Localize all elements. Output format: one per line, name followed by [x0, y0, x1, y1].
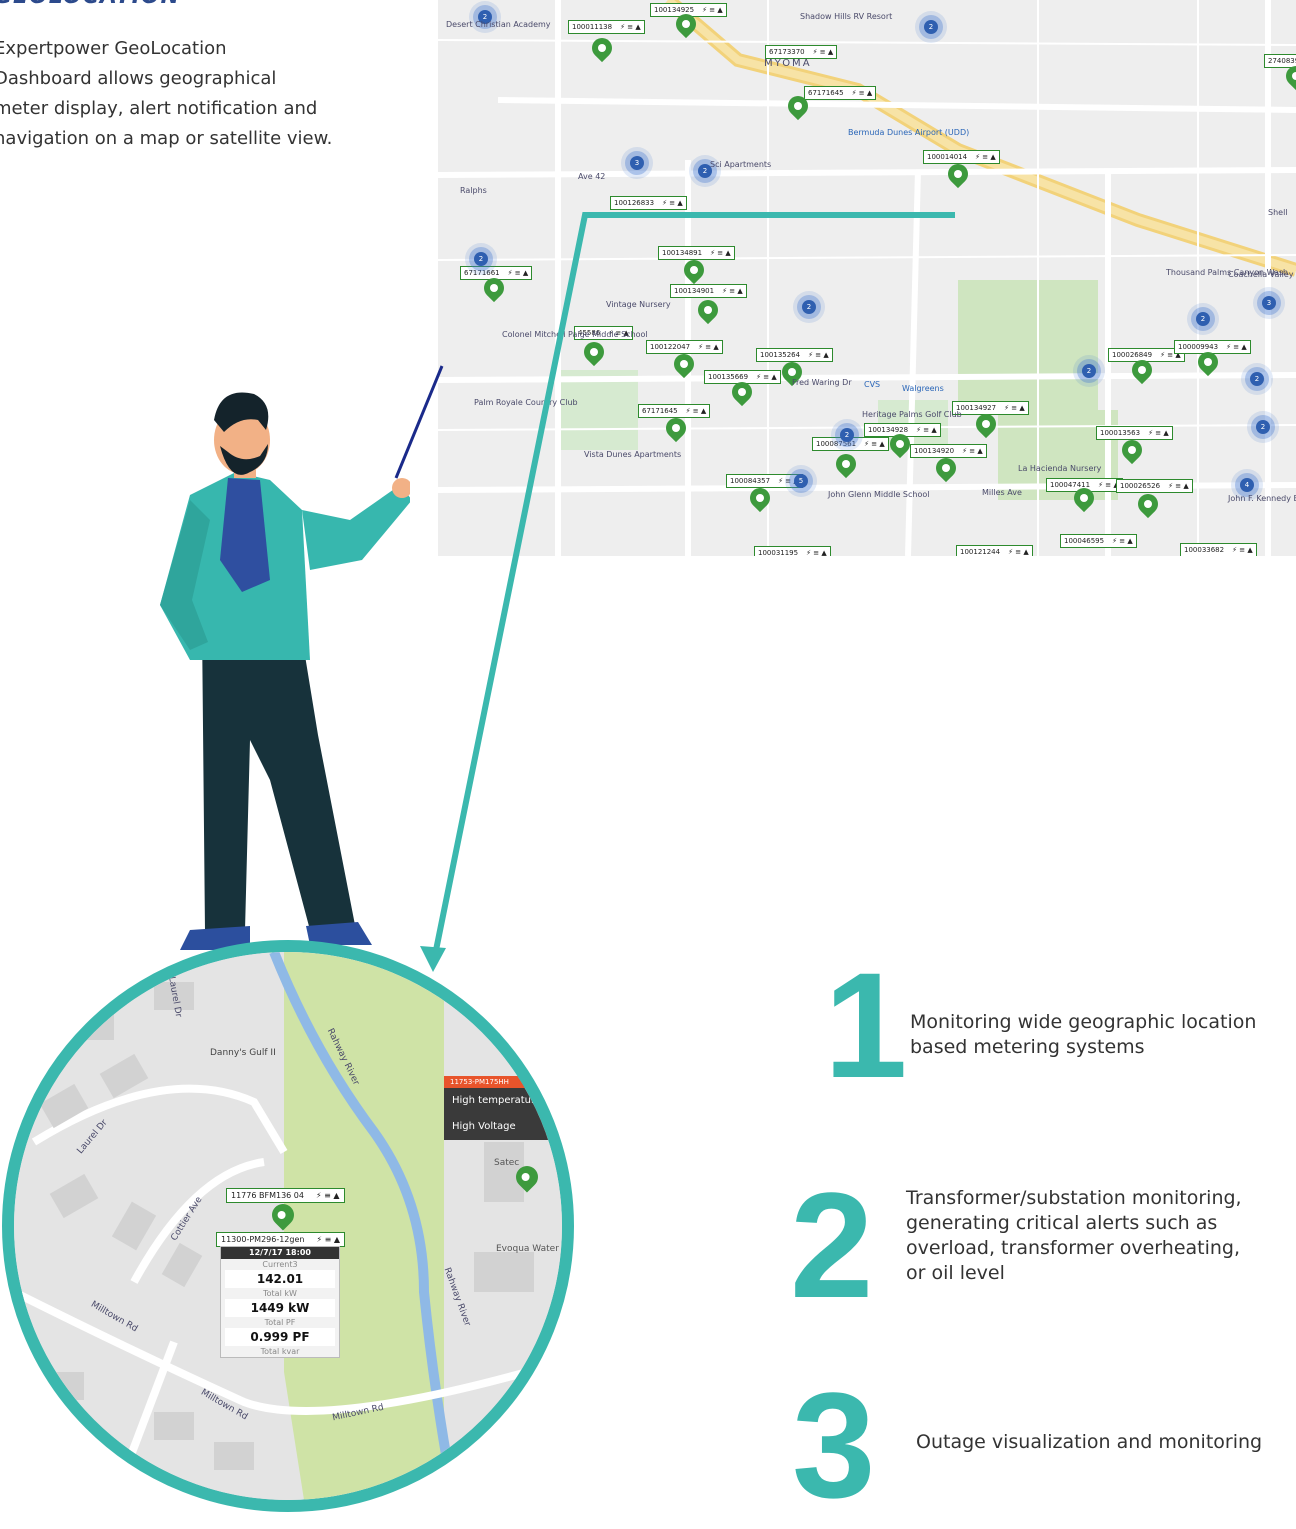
alert-title: 11753-PM175HH	[444, 1076, 562, 1088]
zoom-meter-label[interactable]: 11300-PM296-12gen ⚡ ≡ ▲	[216, 1232, 346, 1247]
card-row-value: 0.999 PF	[225, 1328, 335, 1346]
zoomed-map-circle[interactable]: Danny's Gulf II Laurel Dr Laurel Dr Cott…	[2, 940, 574, 1512]
presenter-illustration	[160, 392, 410, 950]
point-text: Transformer/substation monitoring, genera…	[906, 1187, 1242, 1284]
alert-popup[interactable]: 11753-PM175HH High temperature High Volt…	[444, 1076, 562, 1140]
card-row-label: Current3	[262, 1260, 298, 1269]
point-number: 1	[824, 941, 908, 1109]
alert-row-high-voltage[interactable]: High Voltage	[444, 1114, 562, 1140]
meter-readings-card[interactable]: 12/7/17 18:00 Current3 142.01 Total kW 1…	[220, 1246, 340, 1358]
point-text: Outage visualization and monitoring	[916, 1431, 1263, 1453]
zoom-place-label: Satec	[494, 1158, 520, 1168]
zoom-place-label: Evoqua Water Technologies	[496, 1244, 572, 1254]
card-row-label: Total kW	[263, 1289, 297, 1298]
card-row-label: Total kvar	[260, 1347, 300, 1356]
card-date: 12/7/17 18:00	[221, 1247, 339, 1259]
zoom-place-label: Danny's Gulf II	[210, 1048, 276, 1058]
point-number: 2	[790, 1161, 874, 1329]
card-row-label: Total PF	[264, 1318, 296, 1327]
point-text: Monitoring wide geographic location based…	[910, 1011, 1257, 1058]
zoom-meter-label[interactable]: 11776 BFM136 04 ⚡ ≡ ▲	[226, 1188, 345, 1203]
card-row-value: 142.01	[225, 1270, 335, 1288]
alert-row-high-temperature[interactable]: High temperature	[444, 1088, 562, 1114]
point-number: 3	[792, 1361, 876, 1529]
card-row-value: 1449 kW	[225, 1299, 335, 1317]
zoom-map-background	[14, 952, 562, 1500]
